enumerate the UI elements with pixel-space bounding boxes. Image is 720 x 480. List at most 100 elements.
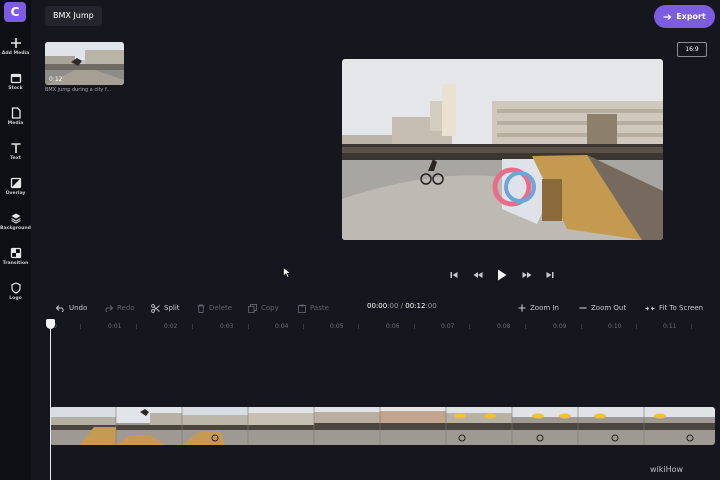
clipboard-icon xyxy=(298,304,306,313)
media-file-icon xyxy=(11,107,21,119)
sidebar-item-label: Add Media xyxy=(1,51,30,56)
undo-label: Undo xyxy=(69,304,88,312)
delete-label: Delete xyxy=(209,304,232,312)
ruler-tick-label: 0:03 xyxy=(220,323,234,330)
video-editor-app: C Add Media Stock Media Text Overlay Bac… xyxy=(0,0,720,480)
split-button[interactable]: Split xyxy=(151,302,180,314)
watermark: wikiHow xyxy=(650,465,684,474)
copy-icon xyxy=(248,303,257,313)
video-clip-filmstrip xyxy=(50,407,715,445)
undo-icon xyxy=(56,304,64,312)
ruler-minor-tick xyxy=(358,324,359,329)
sidebar-item-overlay[interactable]: Overlay xyxy=(0,177,31,196)
shield-icon xyxy=(10,282,21,294)
ruler-tick-label: 0:06 xyxy=(386,323,400,330)
project-title[interactable]: BMX Jump xyxy=(45,6,102,26)
fit-screen-icon xyxy=(645,306,655,310)
current-time-frames: :00 xyxy=(387,302,399,310)
redo-button[interactable]: Redo xyxy=(104,302,135,314)
timecode: 00:00:00 / 00:12:00 xyxy=(367,302,437,310)
ruler-tick-label: 0:01 xyxy=(108,323,122,330)
plus-icon xyxy=(10,38,21,48)
sidebar-item-logo[interactable]: Logo xyxy=(0,282,31,301)
skip-forward-icon[interactable] xyxy=(546,271,554,279)
stock-icon xyxy=(10,73,21,84)
ruler-tick-label: 0:08 xyxy=(497,323,511,330)
sidebar: C Add Media Stock Media Text Overlay Bac… xyxy=(0,0,31,480)
ruler-tick-label: 0:11 xyxy=(663,323,677,330)
aspect-ratio-button[interactable]: 16:9 xyxy=(677,42,707,57)
total-time: 00:12 xyxy=(405,302,426,310)
playhead-line xyxy=(50,327,51,480)
current-time: 00:00 xyxy=(367,302,388,310)
skip-back-icon[interactable] xyxy=(450,271,458,279)
player-controls xyxy=(450,268,554,282)
mouse-cursor-icon xyxy=(283,263,292,282)
sidebar-item-text[interactable]: Text xyxy=(0,142,31,161)
sidebar-item-label: Background xyxy=(0,226,31,231)
sidebar-item-label: Media xyxy=(7,121,24,126)
ruler-minor-tick xyxy=(469,324,470,329)
ruler-minor-tick xyxy=(414,324,415,329)
delete-button[interactable]: Delete xyxy=(197,302,232,314)
rewind-icon[interactable] xyxy=(473,271,483,279)
split-label: Split xyxy=(164,304,180,312)
playhead-handle[interactable] xyxy=(46,319,55,329)
transition-icon xyxy=(10,247,21,259)
zoom-in-button[interactable]: Zoom In xyxy=(518,302,559,314)
plus-icon xyxy=(518,304,526,312)
media-filename: BMX jump during a city f... xyxy=(45,87,112,93)
ruler-minor-tick xyxy=(248,324,249,329)
ruler-tick-label: 0:04 xyxy=(275,323,289,330)
ruler-tick-label: 0:09 xyxy=(553,323,567,330)
sidebar-item-add-media[interactable]: Add Media xyxy=(0,37,31,56)
zoom-out-button[interactable]: Zoom Out xyxy=(579,302,626,314)
sidebar-item-stock[interactable]: Stock xyxy=(0,72,31,91)
sidebar-item-label: Overlay xyxy=(5,191,26,196)
undo-button[interactable]: Undo xyxy=(56,302,87,314)
sidebar-item-label: Stock xyxy=(8,86,23,91)
video-clip-track[interactable] xyxy=(50,407,715,445)
ruler-tick-label: 0:07 xyxy=(441,323,455,330)
ruler-minor-tick xyxy=(303,324,304,329)
text-icon xyxy=(11,143,20,153)
copy-button[interactable]: Copy xyxy=(248,302,279,314)
ruler-tick-label: 0:02 xyxy=(164,323,178,330)
zoom-out-label: Zoom Out xyxy=(591,304,627,312)
fit-to-screen-button[interactable]: Fit To Screen xyxy=(645,302,703,314)
export-button[interactable]: Export xyxy=(654,5,715,28)
ruler-minor-tick xyxy=(80,324,81,329)
sidebar-item-transition[interactable]: Transition xyxy=(0,247,31,266)
redo-icon xyxy=(105,304,113,312)
ruler-minor-tick xyxy=(192,324,193,329)
media-thumbnail[interactable]: 0:12 xyxy=(45,42,124,85)
layers-icon xyxy=(10,213,21,224)
ruler-minor-tick xyxy=(136,324,137,329)
sidebar-item-media[interactable]: Media xyxy=(0,107,31,126)
zoom-in-label: Zoom In xyxy=(530,304,559,312)
redo-label: Redo xyxy=(117,304,135,312)
arrow-right-icon xyxy=(663,13,672,20)
scissors-icon xyxy=(151,303,160,313)
play-icon[interactable] xyxy=(497,269,507,281)
sidebar-item-label: Text xyxy=(10,156,21,161)
ruler-tick-label: 0:05 xyxy=(330,323,344,330)
sidebar-item-label: Transition xyxy=(2,261,29,266)
export-label: Export xyxy=(676,12,706,21)
app-logo[interactable]: C xyxy=(4,2,26,22)
trash-icon xyxy=(197,304,205,313)
overlay-icon xyxy=(10,177,21,189)
total-time-frames: :00 xyxy=(425,302,437,310)
timeline-ruler[interactable]: 0 0:01 0:02 0:03 0:04 0:05 0:06 0:07 0:0… xyxy=(44,320,720,334)
copy-label: Copy xyxy=(261,304,279,312)
sidebar-item-background[interactable]: Background xyxy=(0,212,31,231)
paste-button[interactable]: Paste xyxy=(298,302,329,314)
ruler-minor-tick xyxy=(525,324,526,329)
ruler-minor-tick xyxy=(691,324,692,329)
fast-forward-icon[interactable] xyxy=(522,271,532,279)
media-duration: 0:12 xyxy=(49,76,63,83)
ruler-minor-tick xyxy=(636,324,637,329)
ruler-tick-label: 0:10 xyxy=(608,323,622,330)
preview-frame xyxy=(342,59,663,240)
video-preview[interactable] xyxy=(342,59,663,240)
